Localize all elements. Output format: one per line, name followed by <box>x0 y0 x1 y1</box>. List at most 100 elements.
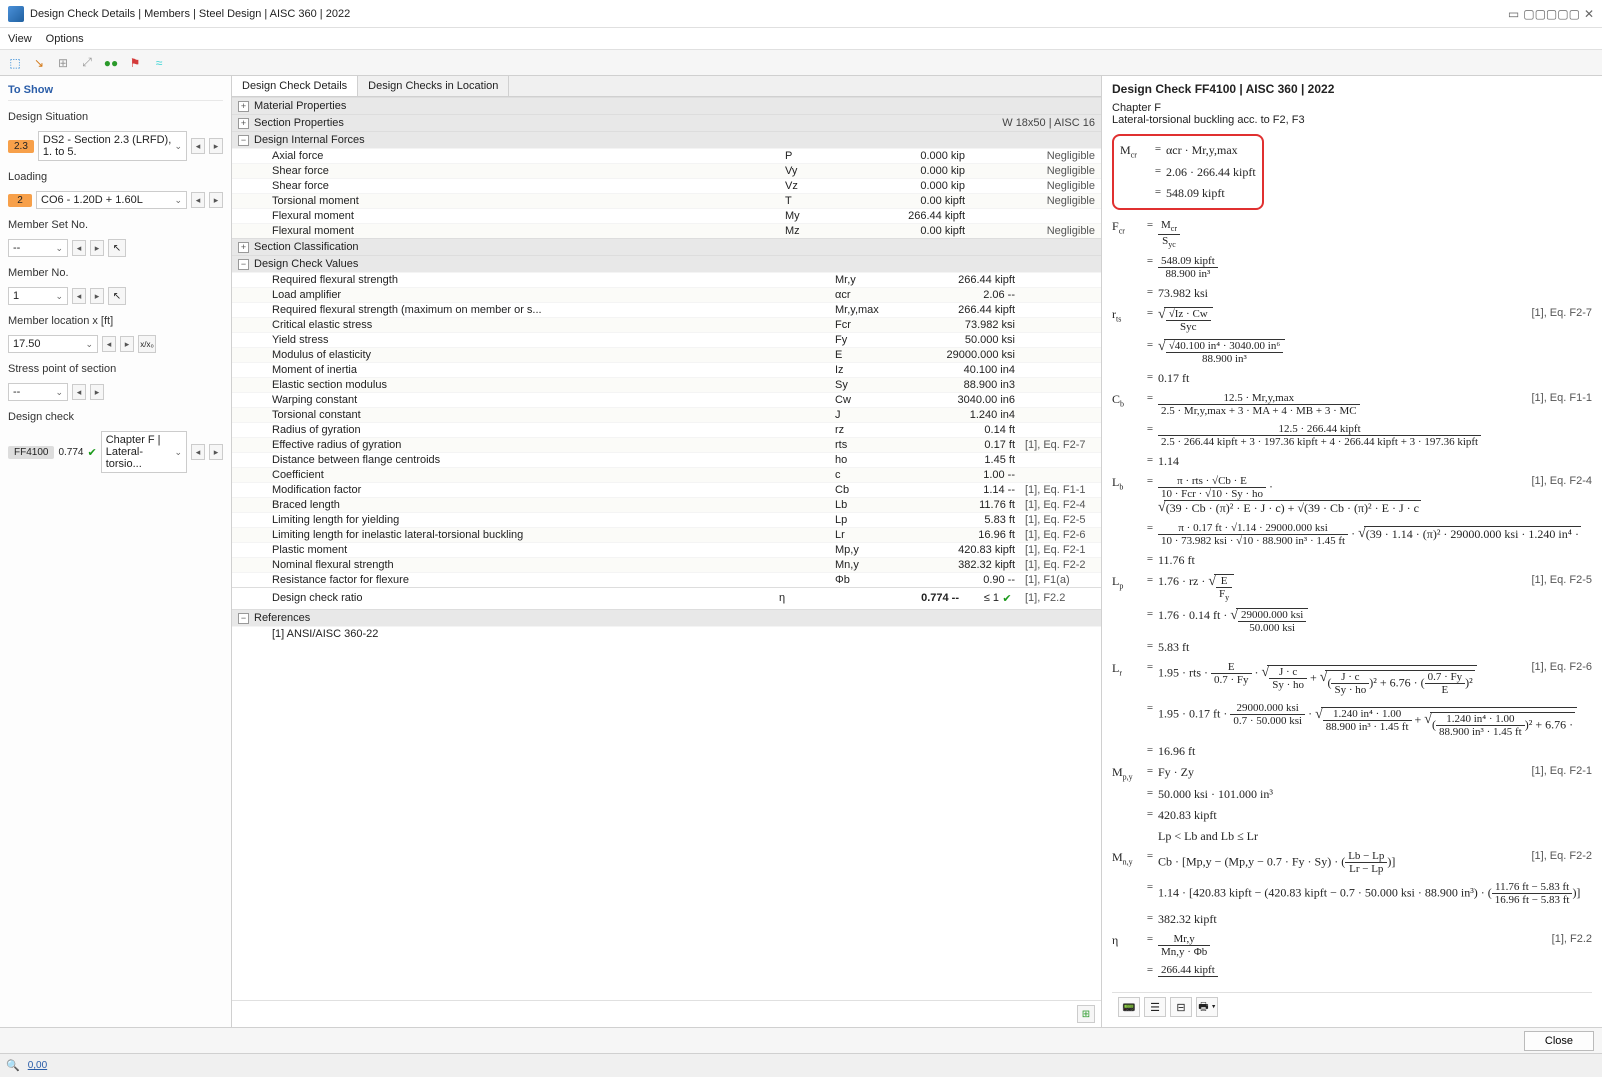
prev-button[interactable]: ◂ <box>191 444 205 460</box>
section-header[interactable]: +Section Classification <box>232 238 1101 255</box>
chevron-down-icon: ⌄ <box>174 141 182 152</box>
table-row: Flexural momentMy266.44 kipft <box>232 208 1101 223</box>
label-member-loc: Member location x [ft] <box>8 315 223 327</box>
tool-icon-6[interactable]: ⚑ <box>126 54 144 72</box>
ratio-row: Design check ratioη0.774 --≤ 1✔[1], F2.2 <box>232 587 1101 609</box>
ratio-icon[interactable]: x/x₀ <box>138 335 156 353</box>
table-row: Axial forceP0.000 kipNegligible <box>232 148 1101 163</box>
export-icon[interactable]: ⊞ <box>1077 1005 1095 1023</box>
prev-button[interactable]: ◂ <box>72 240 86 256</box>
table-row: Radius of gyrationrz0.14 ft <box>232 422 1101 437</box>
section-header[interactable]: −References <box>232 609 1101 626</box>
tool-icon-5[interactable]: ●● <box>102 54 120 72</box>
close-icon[interactable]: ✕ <box>1584 7 1594 21</box>
reference-row: [1] ANSI/AISC 360-22 <box>232 626 1101 641</box>
table-row: Yield stressFy50.000 ksi <box>232 332 1101 347</box>
badge-loading: 2 <box>8 194 32 207</box>
collapse-icon[interactable]: − <box>238 135 249 146</box>
prev-button[interactable]: ◂ <box>72 384 86 400</box>
next-button[interactable]: ▸ <box>209 444 223 460</box>
sidebar: To Show Design Situation 2.3 DS2 - Secti… <box>0 76 232 1027</box>
prev-button[interactable]: ◂ <box>102 336 116 352</box>
section-header[interactable]: +Material Properties <box>232 97 1101 114</box>
pick-icon[interactable]: ↖ <box>108 239 126 257</box>
next-button[interactable]: ▸ <box>90 288 104 304</box>
footer: Close <box>0 1027 1602 1053</box>
table-row: Warping constantCw3040.00 in6 <box>232 392 1101 407</box>
input-member-loc[interactable]: 17.50⌄ <box>8 335 98 353</box>
tool-icon-1[interactable]: ⬚ <box>6 54 24 72</box>
table-row: Shear forceVy0.000 kipNegligible <box>232 163 1101 178</box>
section-header[interactable]: −Design Internal Forces <box>232 131 1101 148</box>
prev-button[interactable]: ◂ <box>191 138 205 154</box>
maximize-icon[interactable]: ▢▢▢▢▢ <box>1523 7 1580 21</box>
tree-icon[interactable]: ⊟ <box>1170 997 1192 1017</box>
table-row: Moment of inertiaIz40.100 in4 <box>232 362 1101 377</box>
next-button[interactable]: ▸ <box>209 138 223 154</box>
section-header[interactable]: −Design Check Values <box>232 255 1101 272</box>
highlight-box: Mcr=αcr · Mr,y,max =2.06 · 266.44 kipft … <box>1112 134 1264 210</box>
prev-button[interactable]: ◂ <box>72 288 86 304</box>
expand-icon[interactable]: + <box>238 101 249 112</box>
table-row: Torsional momentT0.00 kipftNegligible <box>232 193 1101 208</box>
subtitle-label: Lateral-torsional buckling acc. to F2, F… <box>1112 114 1592 126</box>
tool-icon-2[interactable]: ↘ <box>30 54 48 72</box>
table-row: Modification factorCb1.14 --[1], Eq. F1-… <box>232 482 1101 497</box>
next-button[interactable]: ▸ <box>90 384 104 400</box>
minimize-icon[interactable]: ▭ <box>1508 7 1519 21</box>
table-row: Nominal flexural strengthMn,y382.32 kipf… <box>232 557 1101 572</box>
statusbar: 🔍 0,00 <box>0 1053 1602 1077</box>
check-icon: ✔ <box>88 446 97 459</box>
select-member-no[interactable]: 1 ⌄ <box>8 287 68 305</box>
sidebar-heading: To Show <box>8 80 223 101</box>
search-icon[interactable]: 🔍 <box>6 1059 20 1072</box>
menu-options[interactable]: Options <box>46 33 84 45</box>
select-stress-point[interactable]: -- ⌄ <box>8 383 68 401</box>
select-design-check[interactable]: Chapter F | Lateral-torsio...⌄ <box>101 431 187 473</box>
tree-list[interactable]: +Material Properties+Section PropertiesW… <box>232 97 1101 1000</box>
label-member-set: Member Set No. <box>8 219 223 231</box>
table-row: Distance between flange centroidsho1.45 … <box>232 452 1101 467</box>
tab-design-check-details[interactable]: Design Check Details <box>232 76 358 96</box>
table-row: Limiting length for yieldingLp5.83 ft[1]… <box>232 512 1101 527</box>
list-icon[interactable]: ☰ <box>1144 997 1166 1017</box>
tool-icon-3[interactable]: ⊞ <box>54 54 72 72</box>
tool-icon-7[interactable]: ≈ <box>150 54 168 72</box>
titlebar: Design Check Details | Members | Steel D… <box>0 0 1602 28</box>
formula-panel[interactable]: Design Check FF4100 | AISC 360 | 2022 Ch… <box>1102 76 1602 1027</box>
label-stress-point: Stress point of section <box>8 363 223 375</box>
table-row: Shear forceVz0.000 kipNegligible <box>232 178 1101 193</box>
collapse-icon[interactable]: − <box>238 259 249 270</box>
label-design-situation: Design Situation <box>8 111 223 123</box>
select-member-set[interactable]: -- ⌄ <box>8 239 68 257</box>
pick-icon[interactable]: ↖ <box>108 287 126 305</box>
calc-icon[interactable]: 📟 <box>1118 997 1140 1017</box>
table-row: Braced lengthLb11.76 ft[1], Eq. F2-4 <box>232 497 1101 512</box>
section-header[interactable]: +Section PropertiesW 18x50 | AISC 16 <box>232 114 1101 131</box>
table-row: Modulus of elasticityE29000.000 ksi <box>232 347 1101 362</box>
tab-design-checks-in-location[interactable]: Design Checks in Location <box>358 76 509 96</box>
details-panel: Design Check Details Design Checks in Lo… <box>232 76 1102 1027</box>
expand-icon[interactable]: + <box>238 242 249 253</box>
table-row: Load amplifierαcr2.06 -- <box>232 287 1101 302</box>
next-button[interactable]: ▸ <box>90 240 104 256</box>
next-button[interactable]: ▸ <box>120 336 134 352</box>
badge-dc-id: FF4100 <box>8 446 54 459</box>
table-row: Critical elastic stressFcr73.982 ksi <box>232 317 1101 332</box>
select-loading[interactable]: CO6 - 1.20D + 1.60L⌄ <box>36 191 187 209</box>
prev-button[interactable]: ◂ <box>191 192 205 208</box>
label-member-no: Member No. <box>8 267 223 279</box>
expand-icon[interactable]: + <box>238 118 249 129</box>
decimal-icon[interactable]: 0,00 <box>28 1060 47 1071</box>
toolbar: ⬚ ↘ ⊞ ⤢ ●● ⚑ ≈ <box>0 50 1602 76</box>
app-icon <box>8 6 24 22</box>
collapse-icon[interactable]: − <box>238 613 249 624</box>
next-button[interactable]: ▸ <box>209 192 223 208</box>
print-icon[interactable]: 🖶 ▾ <box>1196 997 1218 1017</box>
table-row: Required flexural strength (maximum on m… <box>232 302 1101 317</box>
tool-icon-4[interactable]: ⤢ <box>78 54 96 72</box>
close-button[interactable]: Close <box>1524 1031 1594 1051</box>
select-design-situation[interactable]: DS2 - Section 2.3 (LRFD), 1. to 5.⌄ <box>38 131 187 161</box>
menu-view[interactable]: View <box>8 33 32 45</box>
formula-title: Design Check FF4100 | AISC 360 | 2022 <box>1112 82 1592 96</box>
